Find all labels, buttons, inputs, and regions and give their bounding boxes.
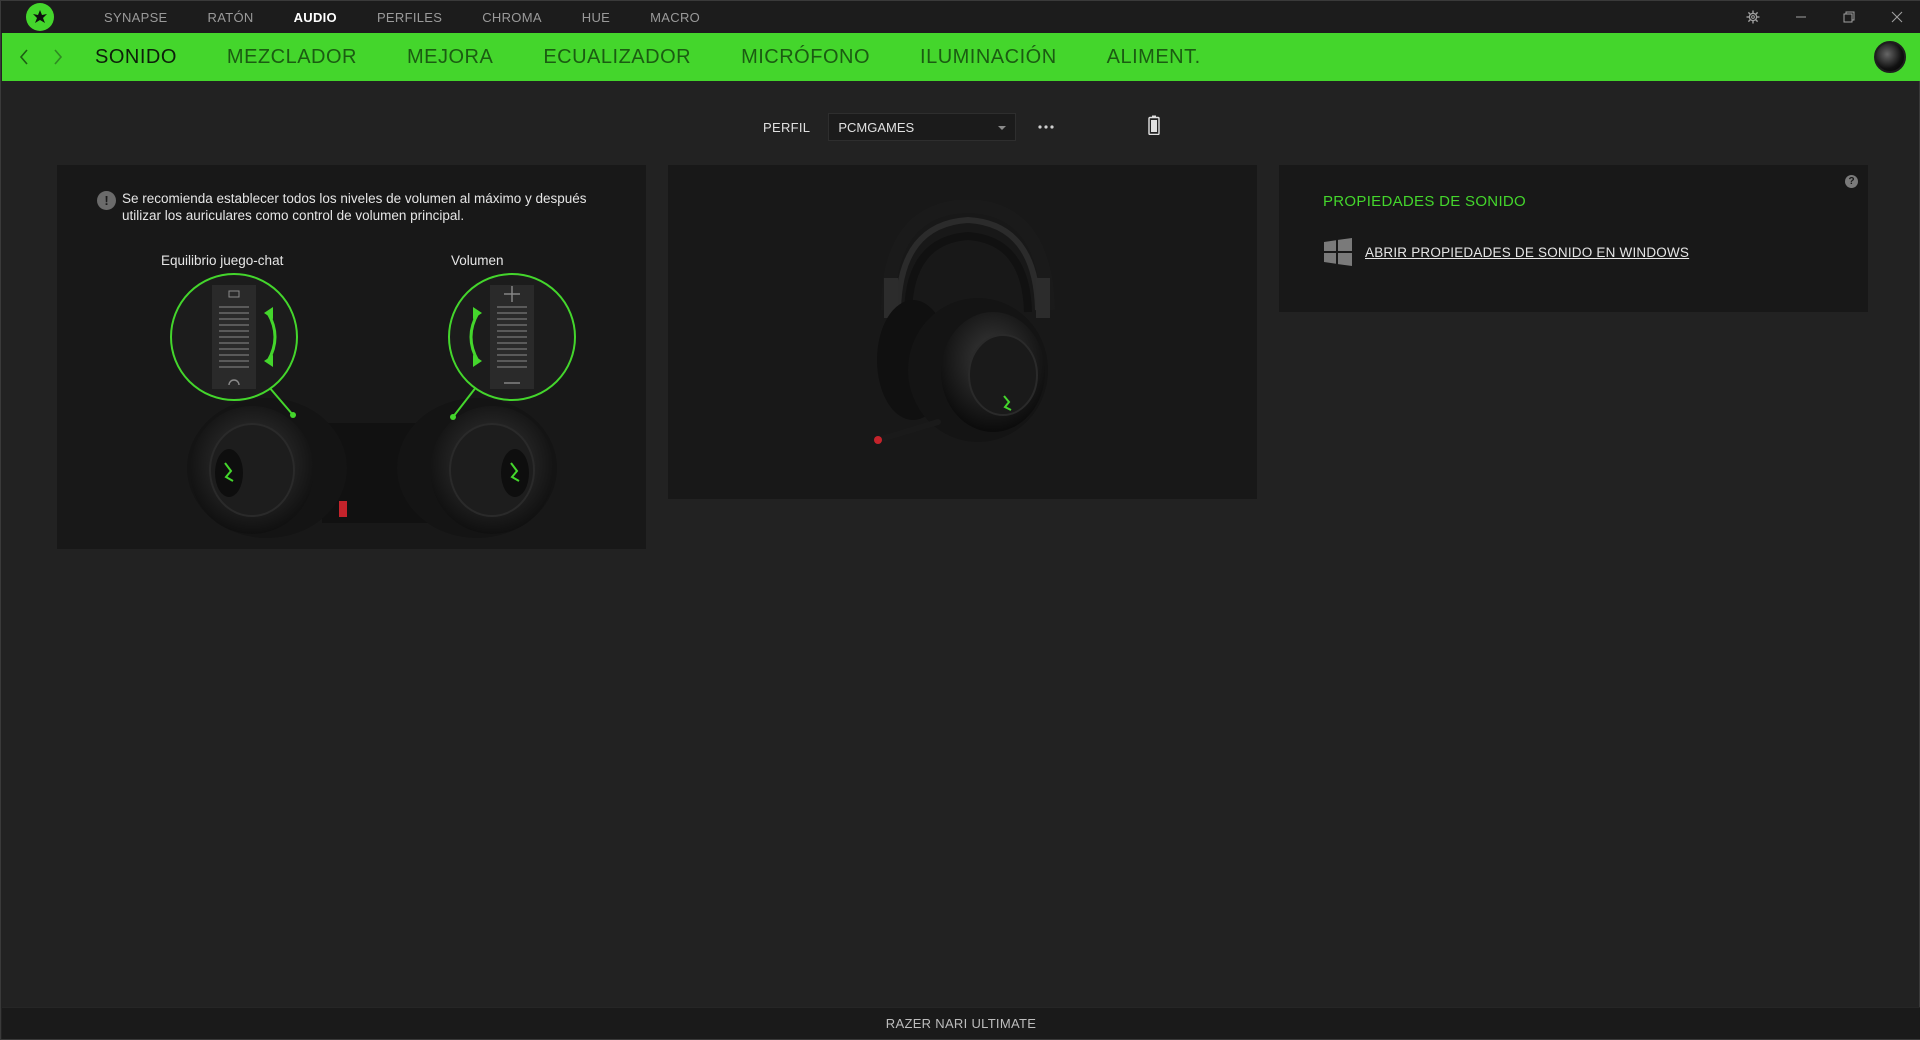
battery-icon	[1148, 115, 1160, 135]
more-dots-icon	[1038, 125, 1054, 129]
gear-icon	[1746, 10, 1760, 24]
top-nav-hue[interactable]: HUE	[582, 10, 610, 25]
profile-selected-value: PCMGAMES	[838, 119, 915, 135]
chevron-right-icon	[54, 49, 63, 65]
tab-mejora[interactable]: MEJORA	[407, 46, 493, 69]
top-nav-perfiles[interactable]: PERFILES	[377, 10, 442, 25]
top-nav: SYNAPSE RATÓN AUDIO PERFILES CHROMA HUE …	[104, 10, 740, 25]
chevron-left-icon	[19, 49, 28, 65]
open-windows-sound-link-text: ABRIR PROPIEDADES DE SONIDO EN WINDOWS	[1365, 244, 1690, 260]
windows-logo-icon	[1324, 238, 1352, 266]
profile-bar: PERFIL PCMGAMES	[763, 113, 1058, 141]
caret-down-icon	[998, 126, 1007, 130]
headset-preview-card	[668, 165, 1257, 499]
title-bar: SYNAPSE RATÓN AUDIO PERFILES CHROMA HUE …	[1, 1, 1920, 33]
headset-image	[874, 200, 1055, 444]
volume-guide-card: ! Se recomienda establecer todos los niv…	[57, 165, 646, 549]
open-windows-sound-link[interactable]: ABRIR PROPIEDADES DE SONIDO EN WINDOWS	[1323, 237, 1689, 267]
top-nav-audio[interactable]: AUDIO	[294, 10, 337, 25]
sound-properties-title: PROPIEDADES DE SONIDO	[1323, 193, 1527, 210]
sub-tabs: SONIDO MEZCLADOR MEJORA ECUALIZADOR MICR…	[95, 46, 1251, 69]
razer-logo-icon[interactable]	[26, 3, 54, 31]
sound-properties-card: ? PROPIEDADES DE SONIDO ABRIR PROPIEDADE…	[1279, 165, 1868, 312]
app-window: SYNAPSE RATÓN AUDIO PERFILES CHROMA HUE …	[0, 0, 1920, 1040]
tab-mezclador[interactable]: MEZCLADOR	[227, 46, 357, 69]
info-alert-icon: !	[97, 191, 116, 210]
tab-iluminacion[interactable]: ILUMINACIÓN	[920, 46, 1057, 69]
tab-aliment[interactable]: ALIMENT.	[1107, 46, 1201, 69]
window-controls	[1729, 1, 1920, 33]
top-nav-macro[interactable]: MACRO	[650, 10, 700, 25]
volume-tip: ! Se recomienda establecer todos los niv…	[97, 190, 617, 224]
headset-dials-illustration	[170, 273, 576, 538]
tab-ecualizador[interactable]: ECUALIZADOR	[543, 46, 691, 69]
top-nav-synapse[interactable]: SYNAPSE	[104, 10, 168, 25]
sub-nav: SONIDO MEZCLADOR MEJORA ECUALIZADOR MICR…	[2, 33, 1920, 81]
forward-button[interactable]	[41, 33, 75, 81]
volume-tip-text: Se recomienda establecer todos los nivel…	[122, 191, 587, 223]
razer-snake-glyph	[33, 10, 47, 23]
restore-button[interactable]	[1825, 1, 1873, 33]
user-avatar[interactable]	[1874, 41, 1906, 73]
profile-more-button[interactable]	[1034, 117, 1058, 137]
back-button[interactable]	[7, 33, 41, 81]
profile-dropdown[interactable]: PCMGAMES	[828, 113, 1017, 141]
minimize-icon	[1796, 16, 1806, 18]
tab-sonido[interactable]: SONIDO	[95, 46, 177, 69]
device-name: RAZER NARI ULTIMATE	[885, 1016, 1037, 1031]
device-footer: RAZER NARI ULTIMATE	[2, 1007, 1920, 1039]
dial-label-balance: Equilibrio juego-chat	[161, 253, 284, 268]
close-button[interactable]	[1873, 1, 1920, 33]
top-nav-raton[interactable]: RATÓN	[208, 10, 254, 25]
tab-microfono[interactable]: MICRÓFONO	[741, 46, 870, 69]
help-icon[interactable]: ?	[1845, 175, 1858, 188]
dial-label-volume: Volumen	[451, 253, 504, 268]
settings-button[interactable]	[1729, 1, 1777, 33]
restore-icon	[1843, 11, 1855, 23]
profile-label: PERFIL	[763, 119, 811, 135]
minimize-button[interactable]	[1777, 1, 1825, 33]
close-icon	[1891, 11, 1903, 23]
top-nav-chroma[interactable]: CHROMA	[482, 10, 542, 25]
